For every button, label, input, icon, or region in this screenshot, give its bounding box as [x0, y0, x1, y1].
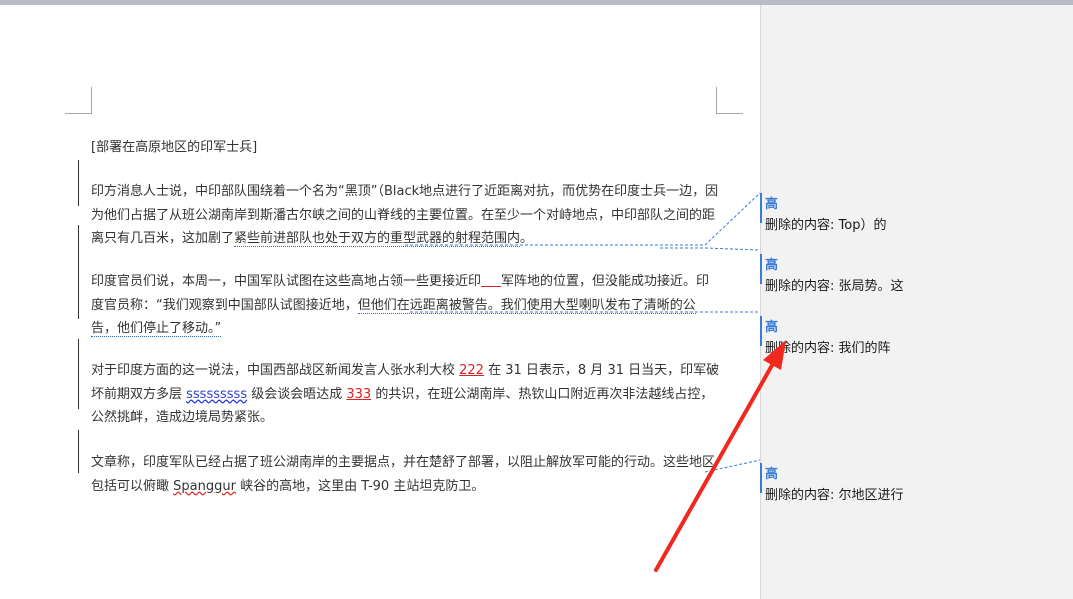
balloon-connector: [660, 247, 761, 251]
annotation-overlay: [405, 192, 786, 572]
balloon-connector: [405, 192, 761, 246]
red-arrow-head: [763, 340, 786, 370]
red-arrow-shaft: [654, 358, 777, 572]
